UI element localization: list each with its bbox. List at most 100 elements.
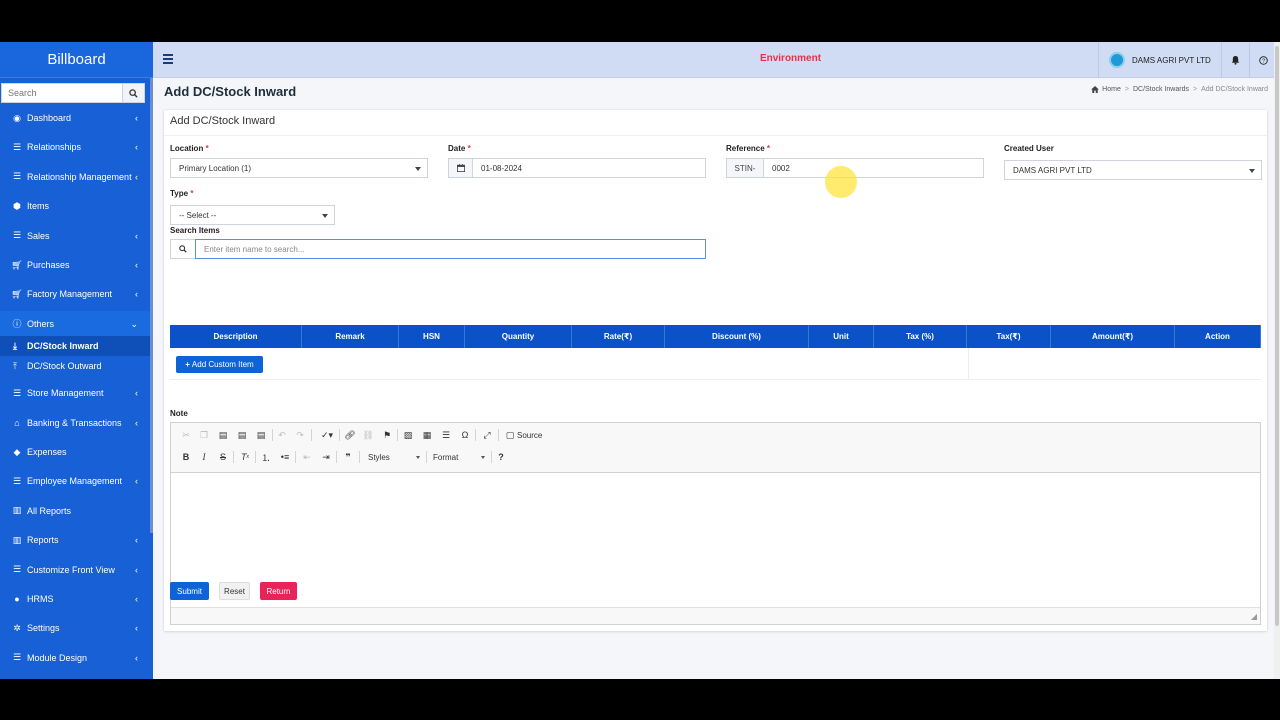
sidebar-item-banking-transactions[interactable]: ⌂ Banking & Transactions ‹: [0, 410, 150, 436]
page-scrollbar[interactable]: [1274, 42, 1280, 679]
blockquote-icon[interactable]: ❞: [341, 450, 355, 464]
sidebar-item-relationships[interactable]: ☰ Relationships ‹: [0, 134, 150, 160]
sidebar-search-input[interactable]: [1, 83, 122, 103]
submit-button[interactable]: Submit: [170, 582, 209, 600]
sidebar-item-settings[interactable]: ✲ Settings ‹: [0, 615, 150, 641]
remove-format-icon[interactable]: Tx: [238, 450, 252, 464]
sidebar-item-customize-front-view[interactable]: ☰ Customize Front View ‹: [0, 557, 150, 583]
cursor-highlight: [825, 166, 857, 198]
sidebar-item-reports[interactable]: ▥ Reports ‹: [0, 527, 150, 553]
search-icon: [170, 239, 195, 259]
paste-text-icon[interactable]: ▤: [235, 428, 249, 442]
menu-toggle-icon[interactable]: [163, 54, 173, 64]
reference-input[interactable]: 0002: [764, 158, 984, 178]
return-button[interactable]: Return: [260, 582, 297, 600]
sidebar-item-purchases[interactable]: 🛒︎ Purchases ‹: [0, 252, 150, 278]
note-editable-area[interactable]: [171, 473, 1260, 607]
list-icon: ☰: [12, 475, 22, 486]
sidebar-item-label: Purchases: [27, 260, 70, 270]
sidebar-item-hrms[interactable]: ● HRMS ‹: [0, 586, 150, 612]
chevron-left-icon: ‹: [135, 476, 138, 487]
sidebar-item-label: HRMS: [27, 594, 54, 604]
list-icon: ☰: [12, 230, 22, 241]
image-icon[interactable]: ▨: [401, 428, 415, 442]
column-header: Unit: [809, 325, 874, 348]
add-custom-item-button[interactable]: + Add Custom Item: [176, 356, 263, 373]
redo-icon[interactable]: ↷: [293, 428, 307, 442]
copy-icon[interactable]: ❐: [197, 428, 211, 442]
sidebar-item-label: Relationships: [27, 142, 82, 153]
breadcrumb-home[interactable]: Home: [1102, 86, 1121, 93]
unlink-icon[interactable]: ⛓︎: [361, 428, 375, 442]
reference-label: Reference *: [726, 144, 771, 153]
sidebar-subitem-dc-stock-inward[interactable]: ⤓ DC/Stock Inward: [0, 336, 150, 357]
sidebar-item-factory-management[interactable]: 🛒︎ Factory Management ‹: [0, 281, 150, 307]
horizontal-line-icon[interactable]: ☰: [439, 428, 453, 442]
paste-icon[interactable]: ▤: [216, 428, 230, 442]
paste-word-icon[interactable]: ▤: [254, 428, 268, 442]
sidebar-item-all-reports[interactable]: ▥ All Reports: [0, 498, 150, 524]
search-button[interactable]: [122, 83, 145, 103]
cut-icon[interactable]: ✂: [179, 428, 193, 442]
company-switcher[interactable]: DAMS AGRI PVT LTD: [1098, 42, 1221, 78]
created-user-select[interactable]: DAMS AGRI PVT LTD: [1004, 160, 1262, 180]
question-circle-icon: ?: [1259, 55, 1268, 65]
outdent-icon[interactable]: ⇤: [300, 450, 314, 464]
table-icon[interactable]: ▦: [420, 428, 434, 442]
sidebar-item-label: Banking & Transactions: [27, 417, 122, 428]
sidebar-item-expenses[interactable]: ◆ Expenses: [0, 439, 150, 465]
sidebar-item-dashboard[interactable]: ◉ Dashboard ‹: [0, 105, 150, 131]
card-title: Add DC/Stock Inward: [170, 115, 276, 127]
notification-button[interactable]: [1221, 42, 1249, 78]
anchor-flag-icon[interactable]: ⚑: [380, 428, 394, 442]
cart-icon: 🛒︎: [11, 288, 23, 299]
add-custom-item-label: Add Custom Item: [191, 360, 254, 369]
chevron-left-icon: ‹: [135, 260, 138, 270]
sidebar-item-others[interactable]: ⓘ Others ⌄: [0, 310, 150, 337]
strikethrough-icon[interactable]: S: [216, 450, 230, 464]
maximize-icon[interactable]: ⤢: [480, 428, 494, 442]
sidebar-item-relationship-management[interactable]: ☰ Relationship Management ‹: [0, 164, 150, 190]
help-button[interactable]: ?: [1249, 42, 1277, 78]
reset-button[interactable]: Reset: [219, 582, 250, 600]
styles-dropdown[interactable]: Styles: [368, 450, 420, 464]
items-table: Description Remark HSN Quantity Rate(₹) Disco…: [170, 325, 1261, 380]
help-icon[interactable]: ?: [494, 450, 508, 464]
special-char-icon[interactable]: Ω: [458, 428, 472, 442]
sidebar-item-sales[interactable]: ☰ Sales ‹: [0, 223, 150, 249]
bulleted-list-icon[interactable]: •≡: [278, 450, 292, 464]
resize-handle-icon[interactable]: ◢: [1251, 612, 1257, 621]
italic-icon[interactable]: I: [197, 450, 211, 464]
bold-icon[interactable]: B: [179, 450, 193, 464]
source-button[interactable]: Source: [517, 428, 542, 442]
card-divider: [164, 135, 1267, 136]
column-header: Description: [170, 325, 302, 348]
sidebar-scrollbar[interactable]: [150, 78, 153, 533]
sidebar-subitem-dc-stock-outward[interactable]: ⤒ DC/Stock Outward: [0, 356, 150, 376]
location-select[interactable]: Primary Location (1): [170, 158, 428, 178]
sidebar-item-module-design[interactable]: ☰ Module Design ‹: [0, 645, 150, 671]
link-icon[interactable]: 🔗︎: [343, 428, 357, 442]
sidebar-item-store-management[interactable]: ☰ Store Management ‹: [0, 380, 150, 406]
date-field[interactable]: 01-08-2024: [448, 158, 706, 178]
search-items-input[interactable]: Enter item name to search...: [195, 239, 706, 259]
numbered-list-icon[interactable]: ⒈: [259, 450, 273, 464]
column-header: Tax (%): [874, 325, 967, 348]
date-input[interactable]: 01-08-2024: [473, 158, 706, 178]
spellcheck-icon[interactable]: ✓▾: [317, 428, 337, 442]
indent-icon[interactable]: ⇥: [319, 450, 333, 464]
chevron-left-icon: ‹: [135, 113, 138, 123]
format-dropdown[interactable]: Format: [433, 450, 485, 464]
sidebar-item-label: Factory Management: [27, 289, 113, 300]
sidebar-item-label: Customize Front View: [27, 564, 115, 575]
sidebar-item-label: Employee Management: [27, 476, 123, 487]
undo-icon[interactable]: ↶: [275, 428, 289, 442]
chevron-left-icon: ‹: [135, 564, 138, 575]
brand-title[interactable]: Billboard: [0, 42, 153, 78]
sidebar-item-items[interactable]: ⬢ Items: [0, 193, 150, 219]
sidebar-item-employee-management[interactable]: ☰ Employee Management ‹: [0, 468, 150, 494]
breadcrumb-stock-inwards[interactable]: DC/Stock Inwards: [1133, 86, 1189, 93]
sidebar-item-label: Sales: [27, 230, 50, 241]
sidebar-item-label: Store Management: [27, 388, 104, 399]
type-select[interactable]: -- Select --: [170, 205, 335, 225]
